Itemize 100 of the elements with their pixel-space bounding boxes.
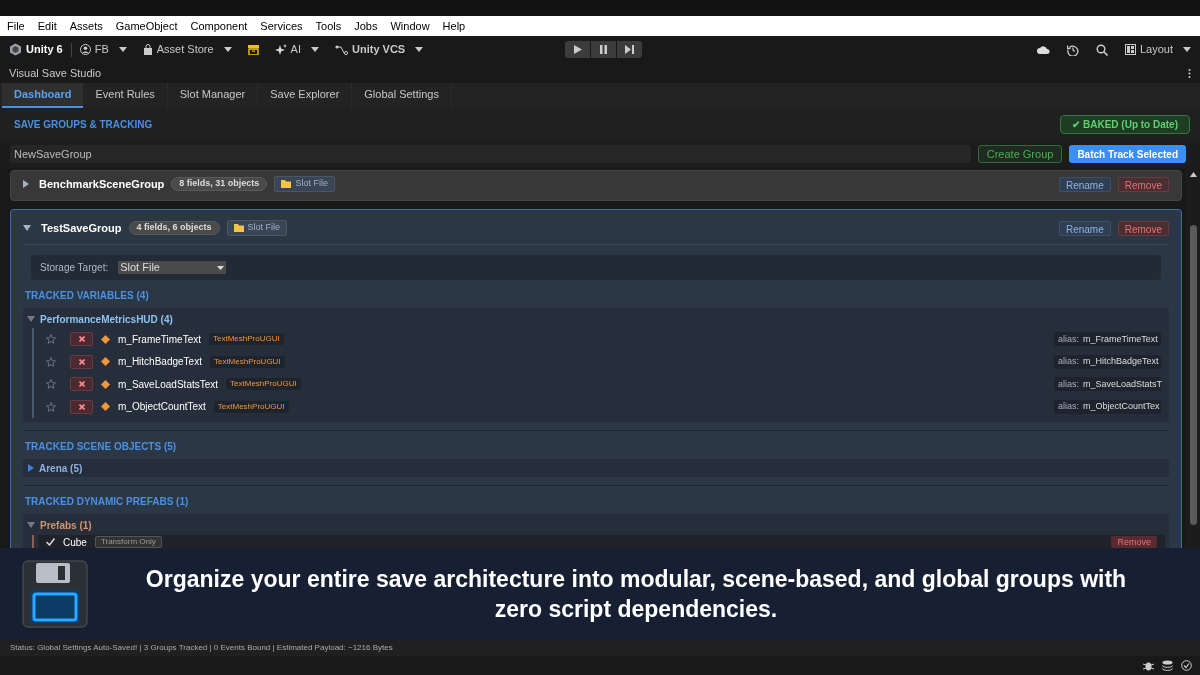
cloud-icon[interactable] [1036,45,1050,54]
folder-icon [233,224,244,232]
unity-logo-icon [9,43,22,56]
menu-item[interactable]: Services [260,17,303,35]
checkmark-icon[interactable] [46,538,55,546]
section-title: TRACKED SCENE OBJECTS (5) [24,440,178,454]
field-label: Storage Target: [40,261,109,275]
diamond-icon [101,402,110,412]
remove-field-button[interactable] [70,332,93,347]
menu-item[interactable]: Help [442,17,466,35]
account-label: Unity 6 [26,42,63,58]
field-name: m_SaveLoadStatsText [118,377,219,392]
create-group-button[interactable]: Create Group [977,145,1063,163]
section-title: SAVE GROUPS & TRACKING [14,117,153,132]
layout-icon [1124,44,1136,55]
scrollbar-thumb[interactable] [1189,225,1197,525]
prefab-name: Cube [63,535,87,550]
history-icon[interactable] [1066,43,1079,56]
type-tag: TextMeshProUGUI [226,378,301,391]
alias-field[interactable]: alias: m_ObjectCountTex [1054,399,1161,414]
close-icon [78,358,85,365]
diamond-icon [101,379,110,389]
check-circle-icon[interactable] [1181,660,1192,671]
storage-tag: Slot File [226,220,288,236]
step-icon [625,45,634,54]
alias-field[interactable]: alias: m_SaveLoadStatsT [1054,377,1161,392]
remove-button[interactable]: Remove [1111,536,1157,548]
expand-triangle-icon[interactable] [28,464,34,472]
menu-item[interactable]: Assets [69,17,103,35]
rename-button[interactable]: Rename [1058,220,1111,236]
menu-item[interactable]: Component [190,17,248,35]
storage-dropdown[interactable]: Slot File [118,261,227,274]
expand-triangle-icon[interactable] [23,180,29,188]
archive-icon [247,44,259,55]
caret-icon [223,47,232,52]
field-name: m_HitchBadgeText [118,355,202,370]
caret-icon [311,47,319,52]
close-icon [78,336,85,343]
stack-icon[interactable] [1162,660,1173,671]
caret-icon [1183,47,1191,52]
collapse-triangle-icon[interactable] [27,522,35,528]
remove-field-button[interactable] [70,377,93,392]
group-name: TestSaveGroup [41,220,122,236]
scene-object-label: Arena (5) [39,461,83,476]
diamond-icon [101,334,110,344]
caret-icon [415,47,424,52]
folder-icon [281,180,292,188]
menu-item[interactable]: Tools [315,17,342,35]
layout-button[interactable]: Layout [1124,41,1191,58]
star-icon[interactable] [46,334,56,345]
step-button[interactable] [617,41,642,58]
mode-tag: Transform Only [94,536,162,548]
type-tag: TextMeshProUGUI [209,333,284,346]
type-tag: TextMeshProUGUI [209,355,285,368]
menu-item[interactable]: File [7,17,25,35]
pause-icon [600,45,607,54]
search-icon[interactable] [1095,43,1108,56]
rename-button[interactable]: Rename [1058,176,1111,192]
scroll-up-icon[interactable] [1189,172,1197,177]
banner-text: Organize your entire save architecture into modular, scene-based, and global groups with zero script dependencies. [144,565,1128,624]
type-tag: TextMeshProUGUI [213,400,289,413]
remove-button[interactable]: Remove [1117,176,1169,192]
collapse-triangle-icon[interactable] [27,316,35,322]
menu-item[interactable]: Edit [37,17,57,35]
user-icon [79,44,91,55]
menu-item[interactable]: Window [390,17,430,35]
section-title: TRACKED VARIABLES (4) [24,289,150,303]
star-icon[interactable] [46,379,56,390]
group-name: BenchmarkSceneGroup [39,176,165,192]
prefab-group-label: Prefabs (1) [40,518,92,533]
menu-item[interactable]: Jobs [354,17,378,35]
section-title: TRACKED DYNAMIC PREFABS (1) [24,495,190,509]
star-icon[interactable] [46,401,56,412]
component-name: PerformanceMetricsHUD (4) [40,312,173,327]
alias-field[interactable]: alias: m_FrameTimeText [1054,332,1161,347]
play-button[interactable] [565,41,590,58]
menu-item[interactable]: GameObject [115,17,178,35]
bug-icon[interactable] [1143,660,1154,671]
alias-field[interactable]: alias: m_HitchBadgeText [1054,354,1161,369]
package-button[interactable] [247,44,259,55]
pause-button[interactable] [591,41,616,58]
collapse-triangle-icon[interactable] [23,225,31,231]
close-icon [78,403,85,410]
remove-field-button[interactable] [70,354,93,369]
count-badge: 8 fields, 31 objects [171,177,268,191]
remove-button[interactable]: Remove [1117,220,1169,236]
vcs-button[interactable]: Unity VCS [335,41,424,58]
baked-status-badge: ✔ BAKED (Up to Date) [1060,114,1190,134]
tab[interactable]: Dashboard [2,83,84,108]
account-button[interactable]: FB [79,41,127,58]
sparkle-icon [274,43,287,56]
ai-button[interactable]: AI [274,41,319,58]
status-text: Status: Global Settings Auto-Saved! | 3 Groups Tracked | 0 Events Bound | Estimated Payload: ~1216 Bytes [10,642,393,654]
more-icon[interactable] [1188,68,1191,78]
diamond-icon [101,357,110,367]
close-icon [78,381,85,388]
remove-field-button[interactable] [70,399,93,414]
star-icon[interactable] [46,356,56,367]
group-name-field[interactable]: NewSaveGroup [10,145,971,163]
asset-store-button[interactable]: Asset Store [142,41,232,58]
